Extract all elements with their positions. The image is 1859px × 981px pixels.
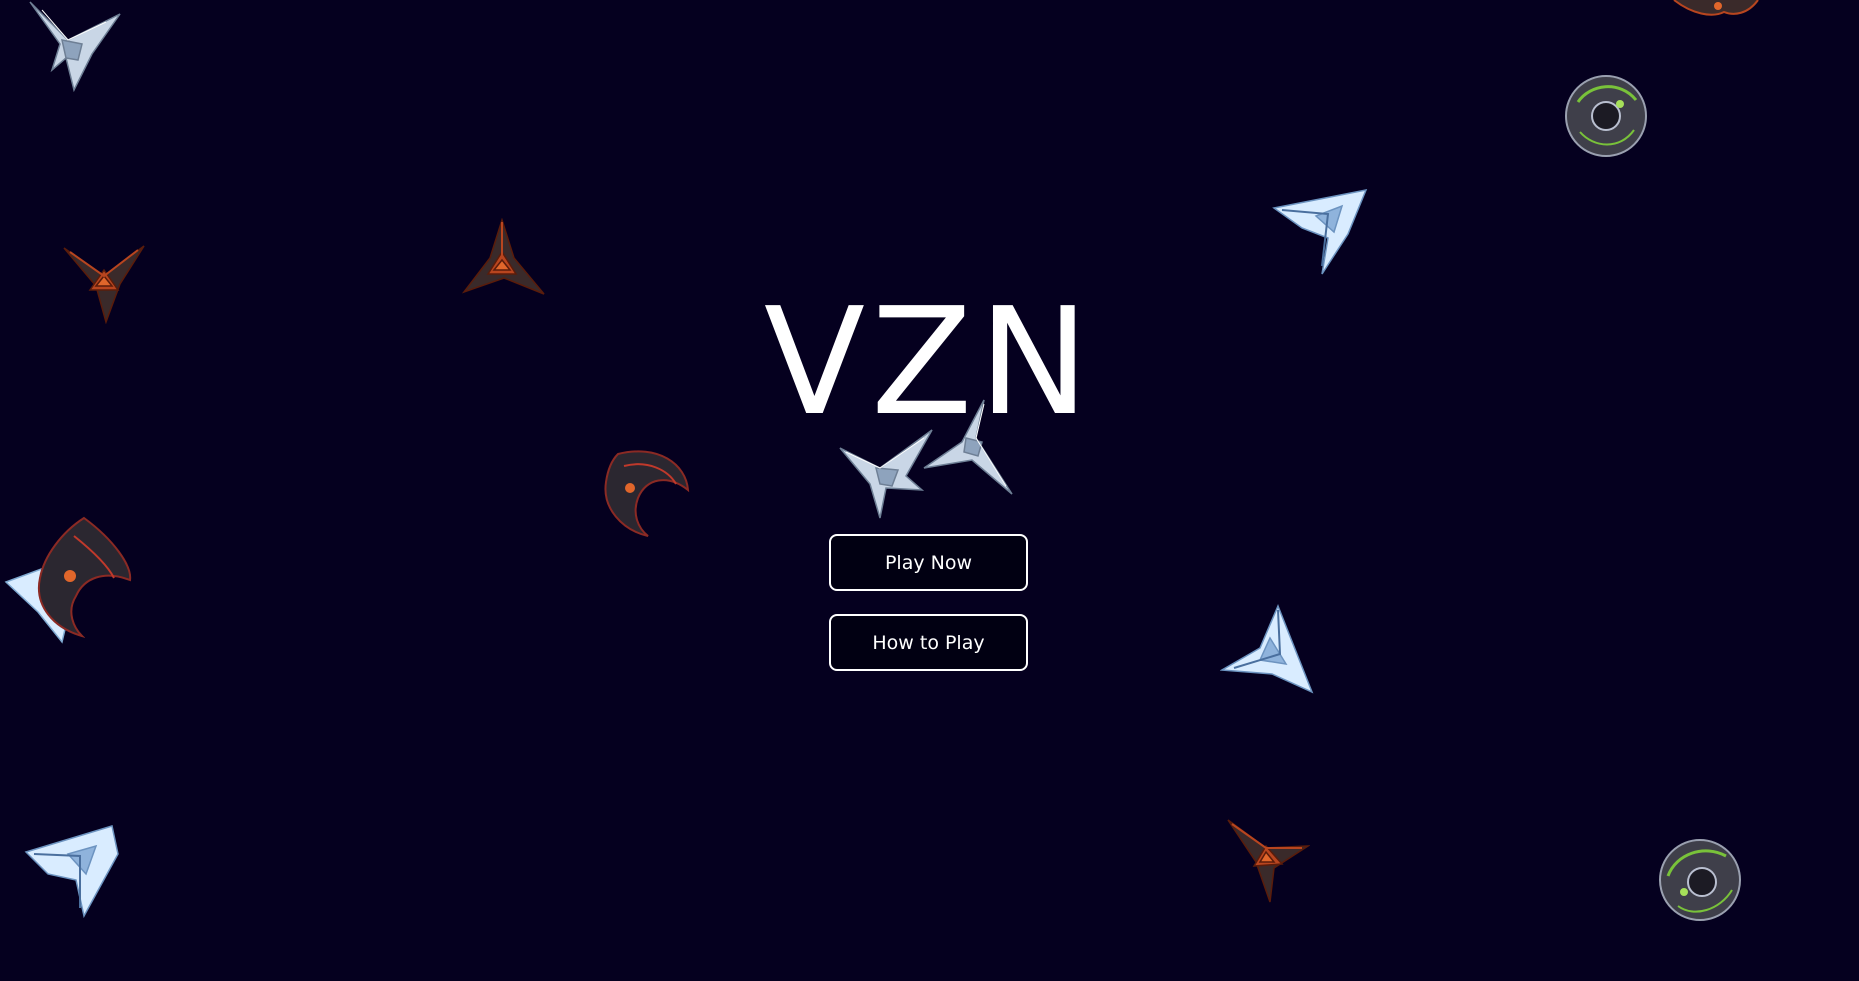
play-now-button[interactable]: Play Now <box>829 534 1028 591</box>
green-orb-ship-icon <box>1565 75 1647 157</box>
rust-tri-ship-icon <box>1227 819 1310 903</box>
rust-tri-ship-icon <box>1673 0 1759 16</box>
game-title: VZN <box>763 276 1096 448</box>
game-background: VZN Play Now How to Play <box>0 0 1859 981</box>
dark-crescent-ship-icon <box>4 516 132 644</box>
silver-fighter-icon <box>29 1 121 92</box>
ice-cruiser-icon <box>24 825 119 918</box>
dark-crescent-ship-icon <box>604 450 690 537</box>
ice-cruiser-icon <box>1220 604 1314 694</box>
green-orb-ship-icon <box>1659 839 1741 921</box>
ice-cruiser-icon <box>1272 188 1368 275</box>
how-to-play-button[interactable]: How to Play <box>829 614 1028 671</box>
